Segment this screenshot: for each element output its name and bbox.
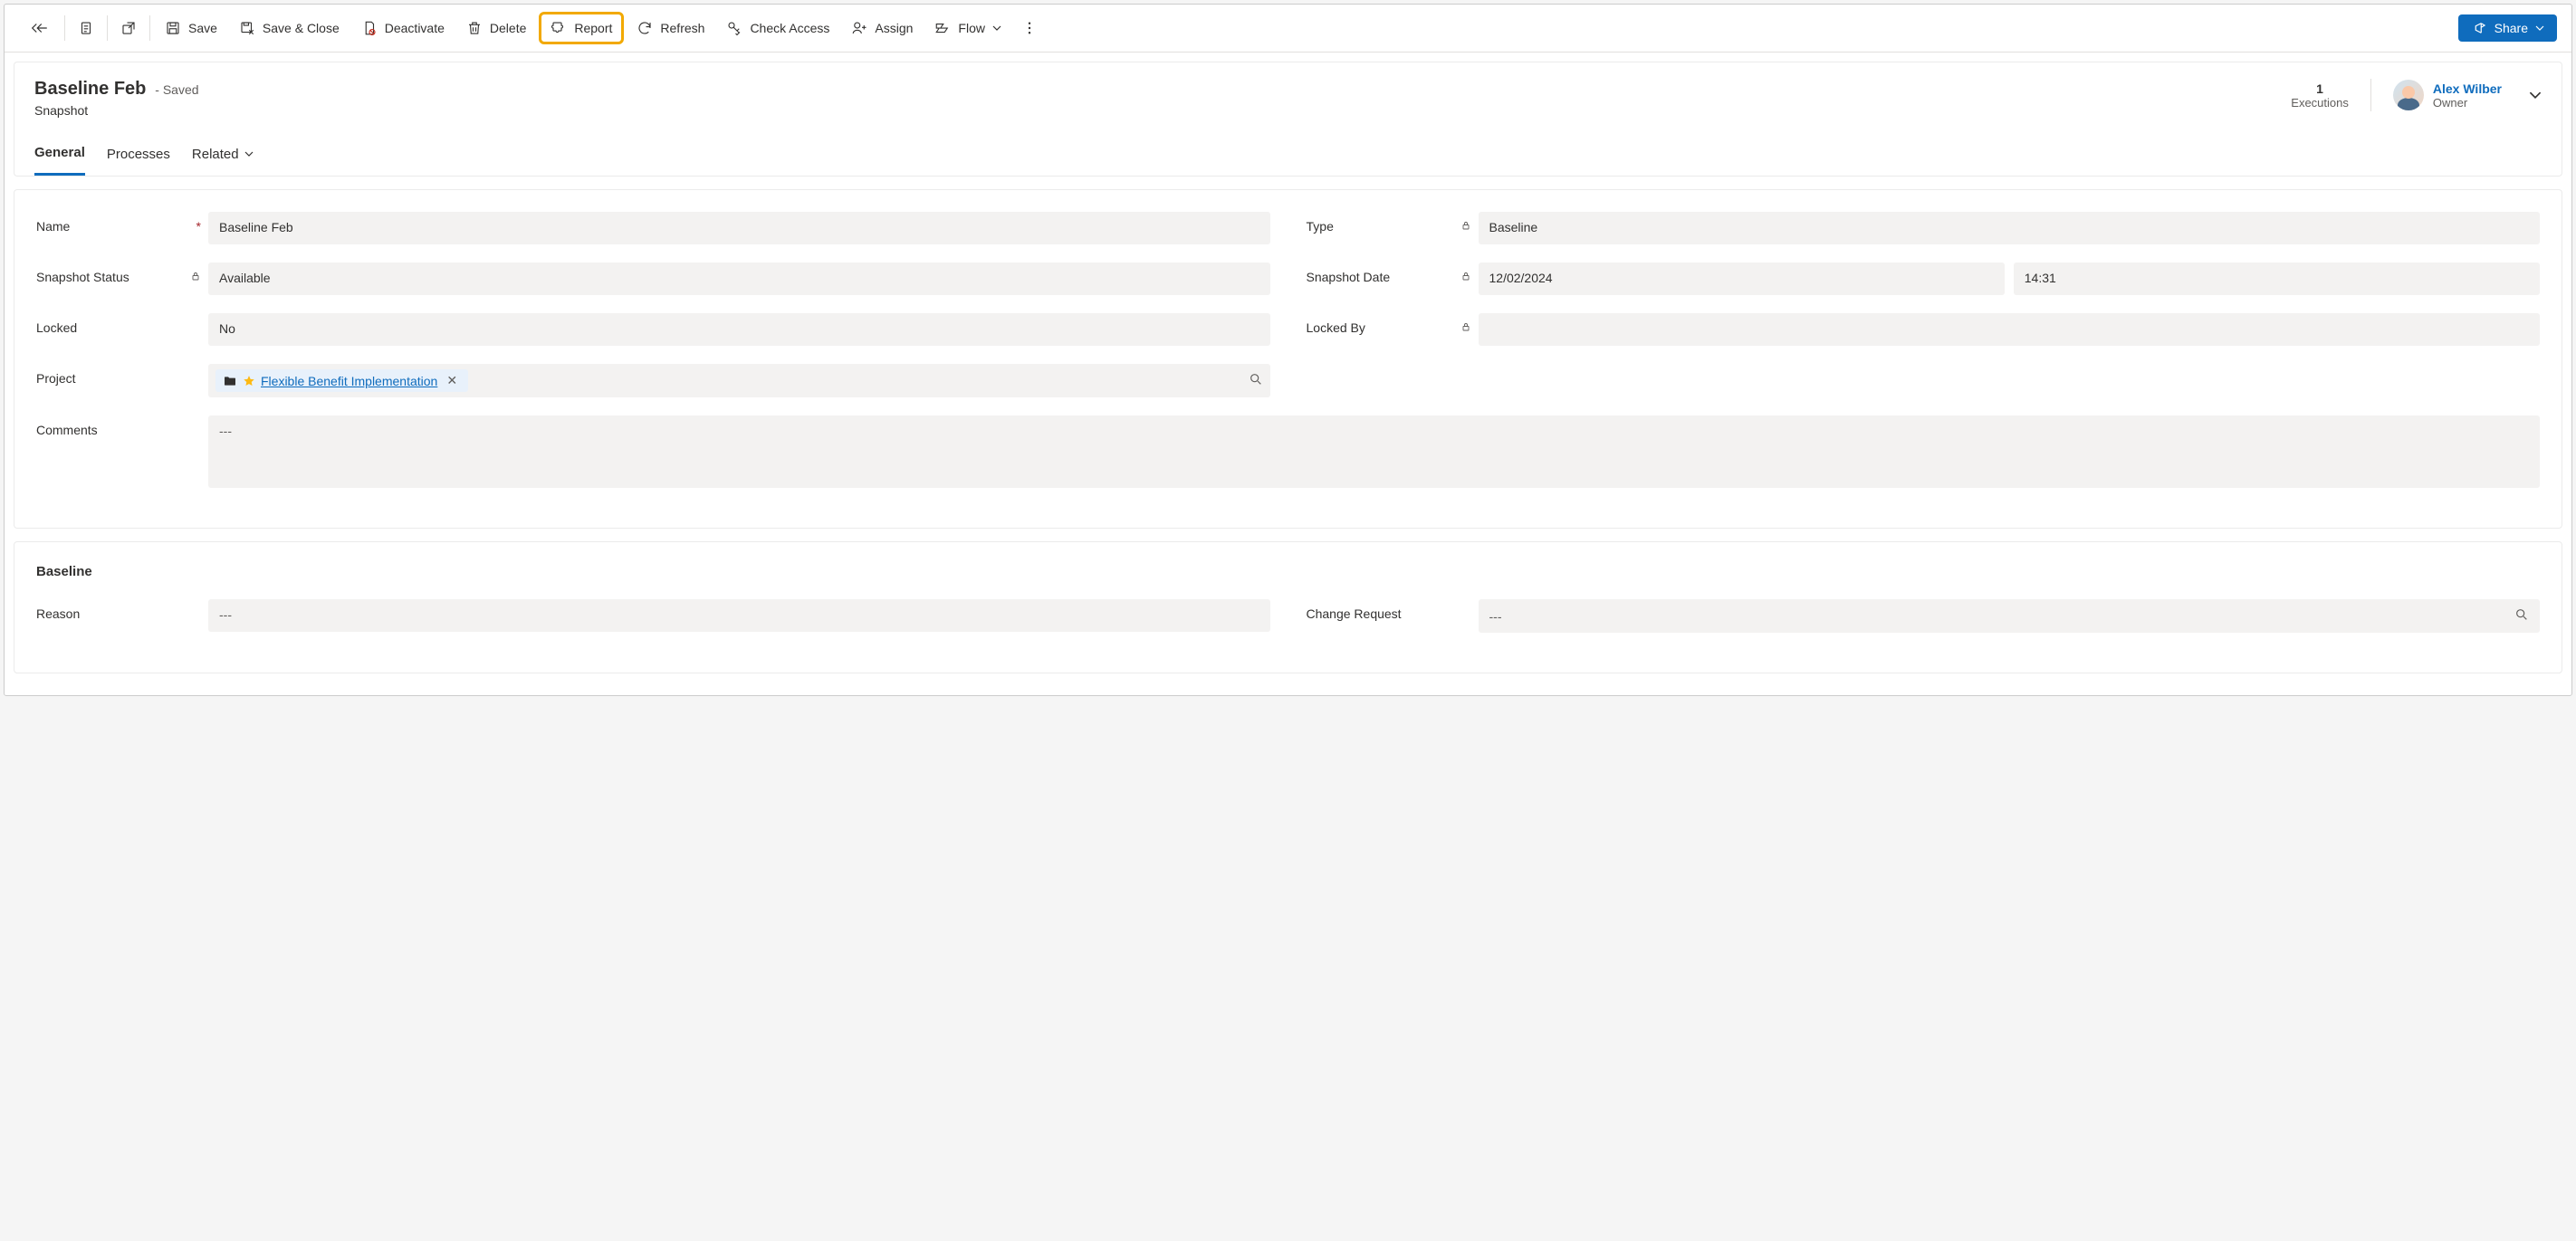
command-bar: Save Save & Close Deactivate Delete Repo… — [5, 5, 2571, 53]
reason-field[interactable]: --- — [208, 599, 1270, 632]
popout-icon — [120, 20, 137, 36]
share-icon — [2471, 20, 2487, 36]
report-label: Report — [574, 21, 612, 35]
chevron-down-icon[interactable] — [2529, 89, 2542, 101]
check-access-label: Check Access — [750, 21, 829, 35]
overflow-menu-button[interactable] — [1014, 14, 1045, 42]
change-request-field[interactable]: --- — [1479, 599, 2541, 633]
type-label: Type — [1307, 212, 1479, 234]
deactivate-icon — [361, 20, 378, 36]
executions-label: Executions — [2291, 96, 2349, 110]
report-button[interactable]: Report — [539, 12, 624, 44]
snapshot-status-label: Snapshot Status — [36, 263, 208, 284]
general-section: Name * Baseline Feb Type Baseline Snapsh… — [14, 189, 2562, 529]
lock-icon — [1460, 320, 1471, 335]
snapshot-date-value: 12/02/2024 — [1479, 263, 2005, 295]
tab-related[interactable]: Related — [192, 138, 254, 176]
snapshot-date-label: Snapshot Date — [1307, 263, 1479, 284]
search-icon[interactable] — [1249, 372, 1263, 389]
back-button[interactable] — [19, 14, 59, 42]
clipboard-icon — [78, 20, 94, 36]
assign-label: Assign — [875, 21, 913, 35]
executions-value: 1 — [2291, 81, 2349, 96]
flow-label: Flow — [958, 21, 985, 35]
comments-field[interactable]: --- — [208, 415, 2540, 488]
more-vertical-icon — [1021, 20, 1038, 36]
lock-icon — [1460, 219, 1471, 234]
deactivate-label: Deactivate — [385, 21, 445, 35]
open-new-window-button[interactable] — [113, 14, 144, 42]
owner-label: Owner — [2433, 96, 2502, 110]
name-field[interactable]: Baseline Feb — [208, 212, 1270, 244]
change-request-label: Change Request — [1307, 599, 1479, 621]
required-indicator: * — [196, 219, 201, 234]
locked-label: Locked — [36, 313, 208, 335]
assign-icon — [851, 20, 867, 36]
owner-name: Alex Wilber — [2433, 81, 2502, 96]
saved-status: - Saved — [155, 82, 198, 97]
snapshot-date-field: 12/02/2024 14:31 — [1479, 263, 2541, 295]
locked-by-field — [1479, 313, 2541, 346]
lock-icon — [1460, 270, 1471, 284]
save-button[interactable]: Save — [156, 14, 226, 42]
comments-label: Comments — [36, 415, 208, 437]
toolbar-separator — [64, 15, 65, 41]
name-label: Name * — [36, 212, 208, 234]
header-separator — [2370, 79, 2371, 111]
flow-button[interactable]: Flow — [925, 14, 1010, 42]
chevron-down-icon — [992, 24, 1001, 33]
tab-list: General Processes Related — [34, 138, 2542, 176]
avatar — [2393, 80, 2424, 110]
snapshot-status-field: Available — [208, 263, 1270, 295]
trash-icon — [466, 20, 483, 36]
toolbar-separator — [149, 15, 150, 41]
refresh-label: Refresh — [660, 21, 704, 35]
project-link[interactable]: Flexible Benefit Implementation — [261, 374, 437, 388]
share-button[interactable]: Share — [2458, 14, 2557, 42]
toolbar-separator — [107, 15, 108, 41]
check-access-button[interactable]: Check Access — [717, 14, 838, 42]
notes-button[interactable] — [71, 14, 101, 42]
tab-general[interactable]: General — [34, 138, 85, 176]
type-field: Baseline — [1479, 212, 2541, 244]
record-entity-type: Snapshot — [34, 103, 199, 118]
executions-summary[interactable]: 1 Executions — [2291, 81, 2349, 110]
project-field[interactable]: Flexible Benefit Implementation ✕ — [208, 364, 1270, 397]
chevron-down-icon — [244, 149, 254, 158]
folder-icon — [223, 374, 237, 388]
star-icon — [243, 375, 255, 387]
tab-processes[interactable]: Processes — [107, 138, 170, 176]
search-icon[interactable] — [2514, 607, 2529, 625]
remove-project-button[interactable]: ✕ — [443, 373, 461, 388]
locked-field[interactable]: No — [208, 313, 1270, 346]
key-check-icon — [726, 20, 742, 36]
chevron-down-icon — [2535, 24, 2544, 33]
snapshot-time-value: 14:31 — [2014, 263, 2540, 295]
record-title: Baseline Feb — [34, 79, 146, 99]
owner-block[interactable]: Alex Wilber Owner — [2393, 80, 2542, 110]
tab-related-label: Related — [192, 147, 239, 162]
puzzle-icon — [551, 20, 567, 36]
delete-label: Delete — [490, 21, 526, 35]
refresh-button[interactable]: Refresh — [627, 14, 713, 42]
flow-icon — [934, 20, 951, 36]
assign-button[interactable]: Assign — [842, 14, 922, 42]
save-label: Save — [188, 21, 217, 35]
locked-by-label: Locked By — [1307, 313, 1479, 335]
share-label: Share — [2495, 21, 2528, 35]
project-label: Project — [36, 364, 208, 386]
deactivate-button[interactable]: Deactivate — [352, 14, 454, 42]
save-close-label: Save & Close — [263, 21, 340, 35]
lock-icon — [190, 270, 201, 284]
baseline-section-title: Baseline — [36, 564, 2540, 579]
record-header: Baseline Feb - Saved Snapshot 1 Executio… — [14, 62, 2562, 177]
reason-label: Reason — [36, 599, 208, 621]
baseline-section: Baseline Reason --- Change Request --- — [14, 541, 2562, 673]
save-close-button[interactable]: Save & Close — [230, 14, 349, 42]
save-icon — [165, 20, 181, 36]
refresh-icon — [637, 20, 653, 36]
project-lookup-chip: Flexible Benefit Implementation ✕ — [215, 369, 468, 392]
delete-button[interactable]: Delete — [457, 14, 535, 42]
save-close-icon — [239, 20, 255, 36]
